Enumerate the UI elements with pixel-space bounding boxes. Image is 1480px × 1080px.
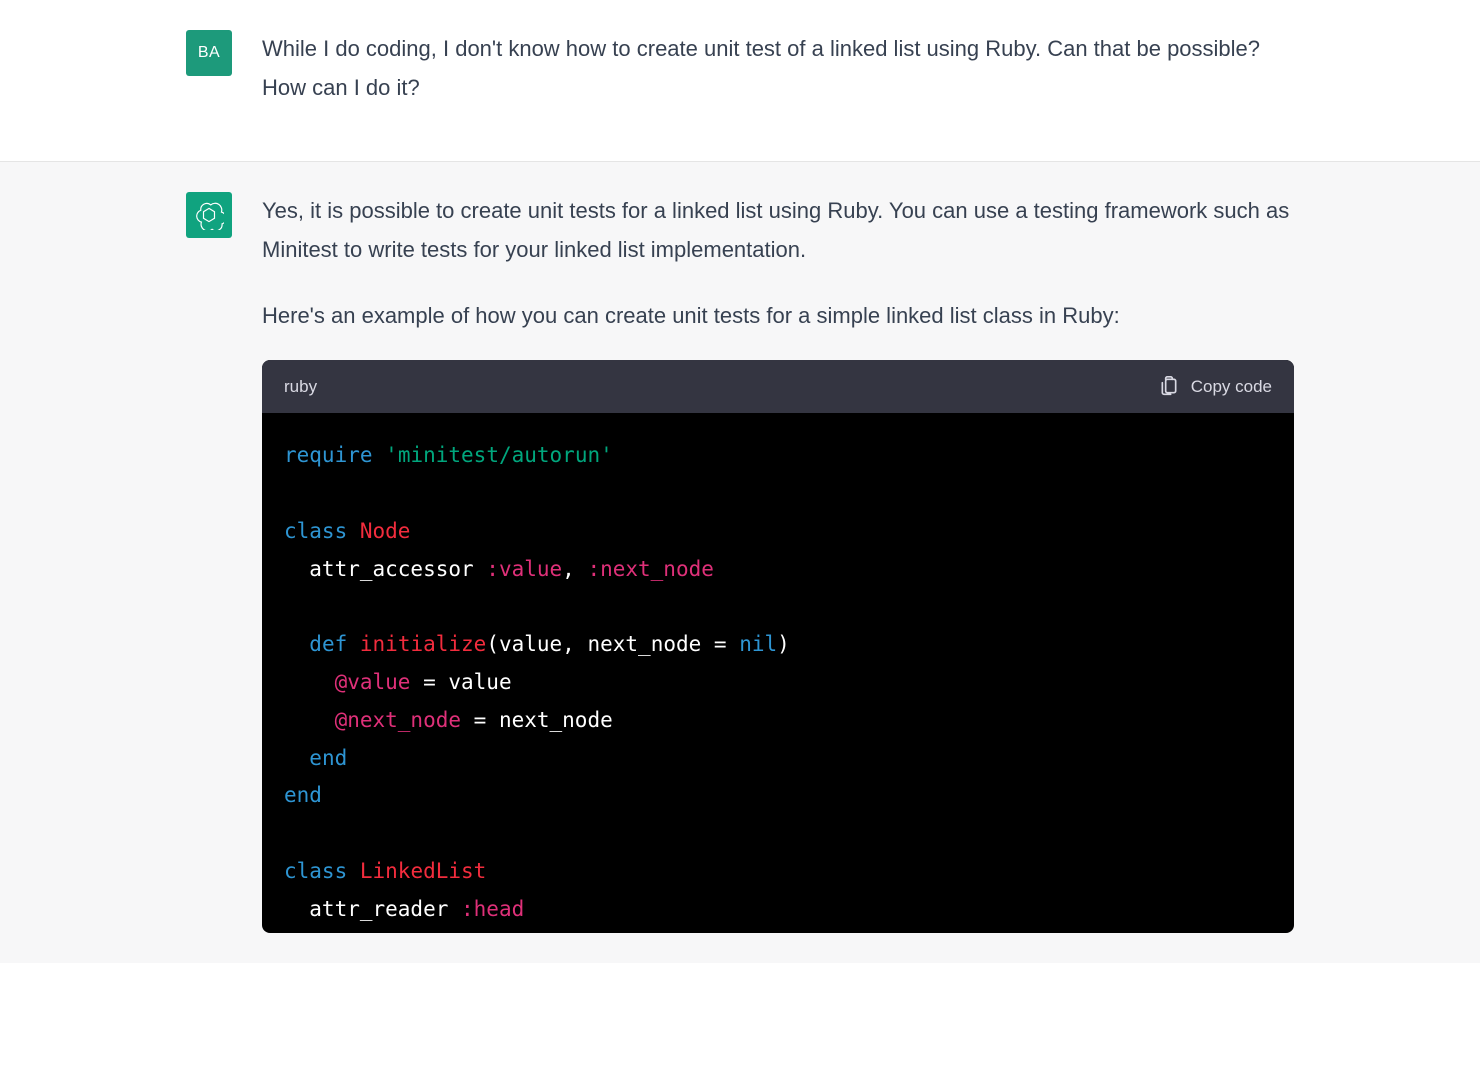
copy-code-button[interactable]: Copy code: [1159, 372, 1272, 402]
assistant-paragraph-2: Here's an example of how you can create …: [262, 297, 1294, 336]
code-body[interactable]: require 'minitest/autorun' class Node at…: [262, 413, 1294, 932]
user-message-row: BA While I do coding, I don't know how t…: [0, 0, 1480, 162]
user-avatar: BA: [186, 30, 232, 76]
copy-code-label: Copy code: [1191, 372, 1272, 402]
user-avatar-initials: BA: [198, 44, 220, 62]
openai-logo-icon: [194, 200, 224, 230]
user-message-text: While I do coding, I don't know how to c…: [262, 30, 1294, 107]
assistant-paragraph-1: Yes, it is possible to create unit tests…: [262, 192, 1294, 269]
user-message-inner: BA While I do coding, I don't know how t…: [186, 30, 1294, 131]
code-block: ruby Copy code require 'minitest/autorun…: [262, 360, 1294, 933]
code-header: ruby Copy code: [262, 360, 1294, 414]
user-message-content: While I do coding, I don't know how to c…: [262, 30, 1294, 131]
assistant-message-content: Yes, it is possible to create unit tests…: [262, 192, 1294, 933]
assistant-avatar: [186, 192, 232, 238]
code-language-label: ruby: [284, 372, 317, 402]
assistant-message-inner: Yes, it is possible to create unit tests…: [186, 192, 1294, 933]
assistant-message-row: Yes, it is possible to create unit tests…: [0, 162, 1480, 963]
clipboard-icon: [1159, 376, 1179, 396]
